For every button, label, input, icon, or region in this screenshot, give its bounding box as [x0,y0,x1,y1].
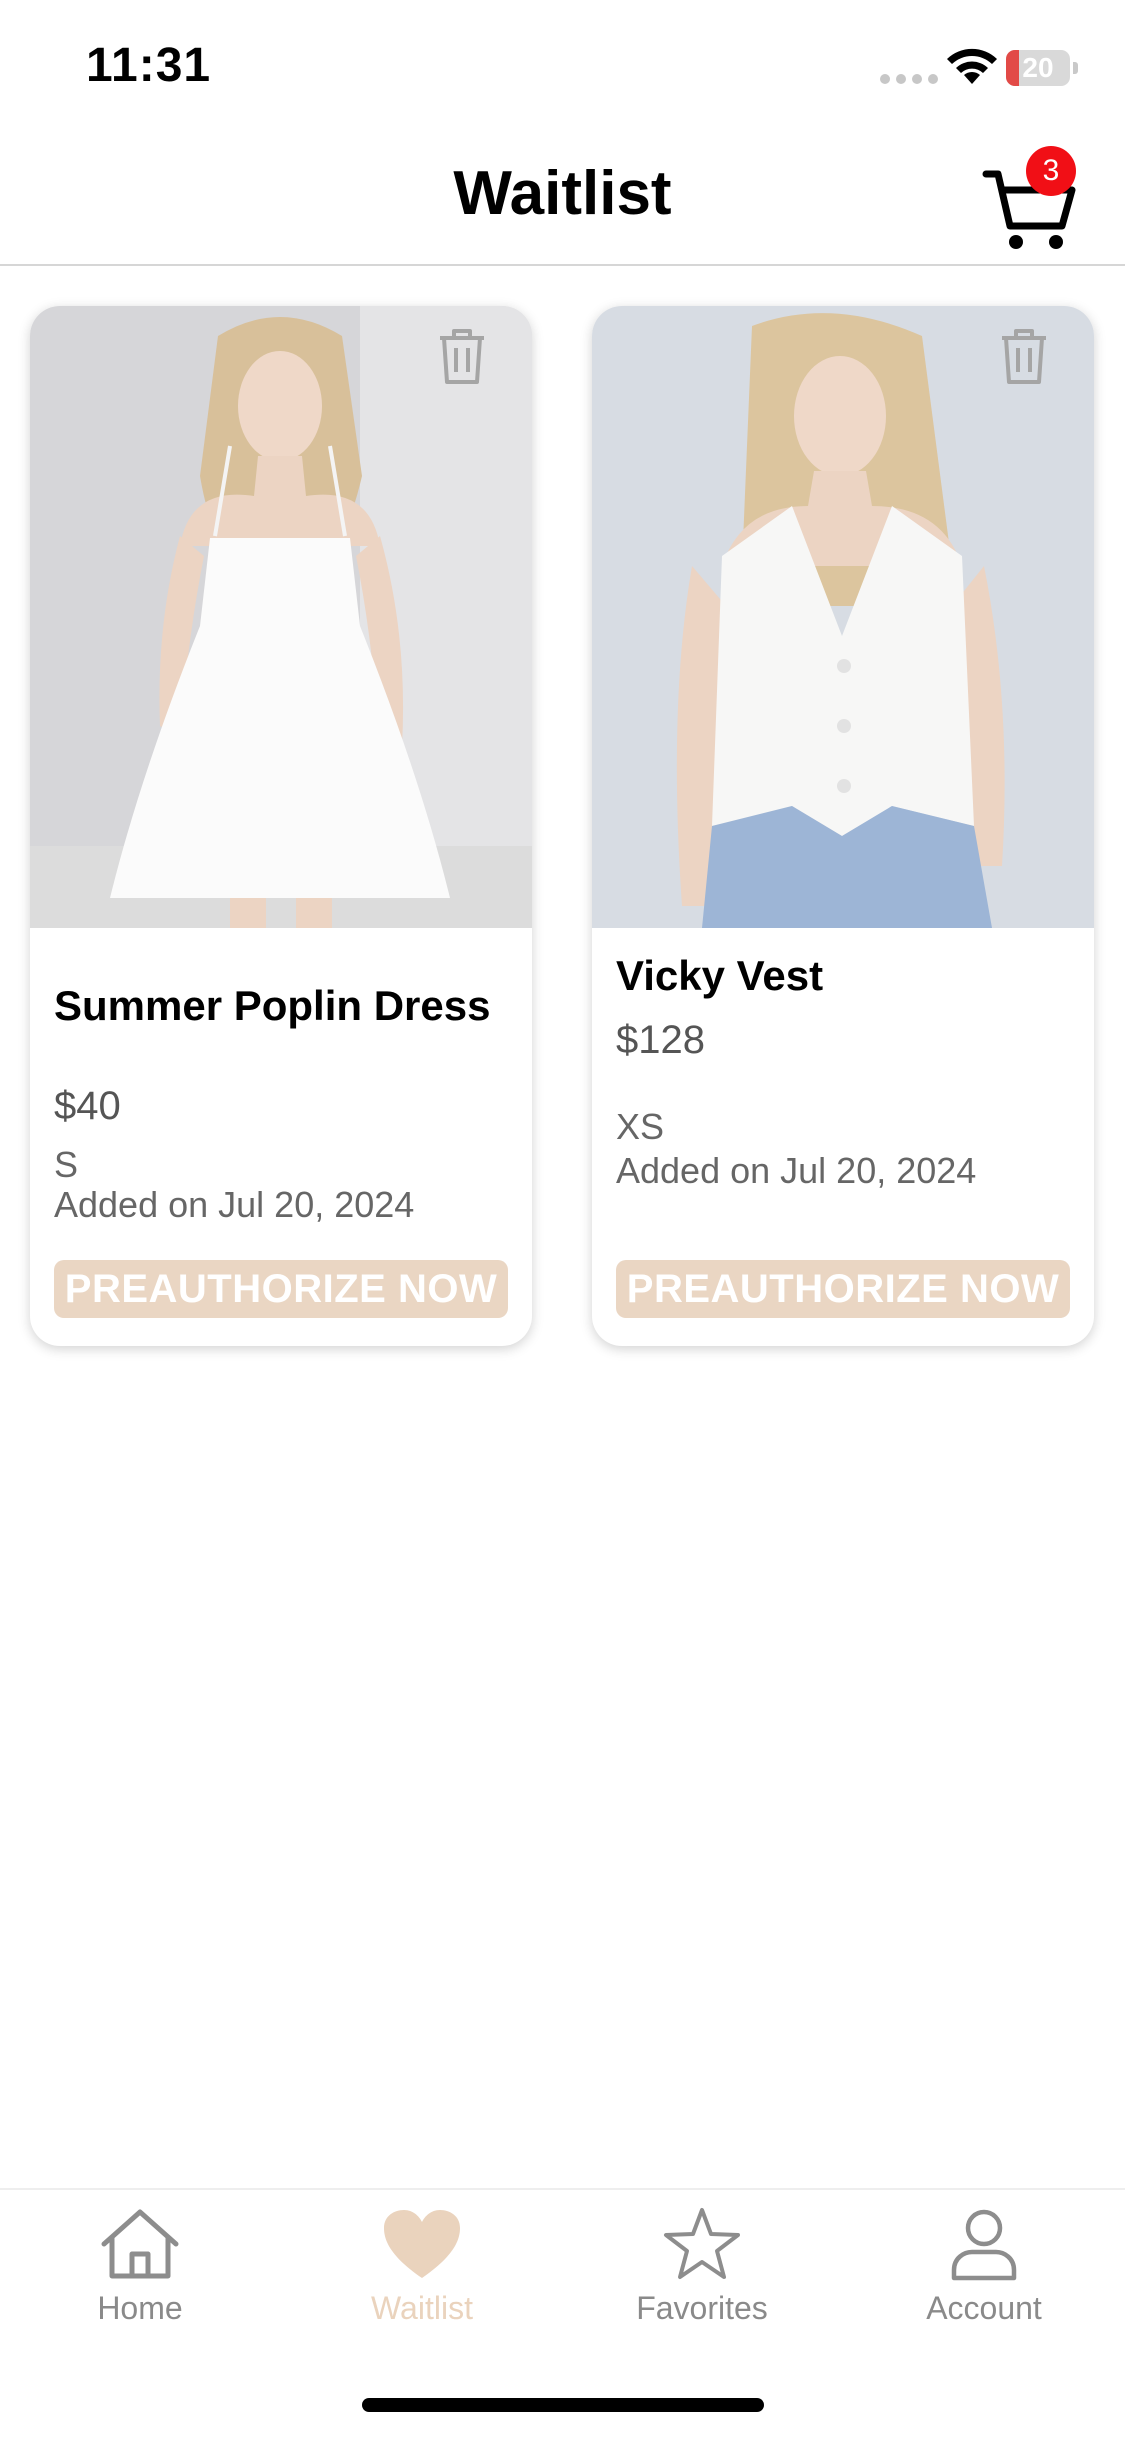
waitlist-item-card[interactable]: Vicky Vest $128 XS Added on Jul 20, 2024… [592,306,1094,1346]
status-bar: 11:31 20 [0,0,1125,130]
product-name[interactable]: Summer Poplin Dress [54,982,490,1030]
tab-label: Waitlist [371,2290,473,2326]
battery-icon: 20 [1006,50,1078,86]
tab-favorites[interactable]: Favorites [602,2206,802,2346]
tab-home[interactable]: Home [40,2206,240,2346]
battery-level-text: 20 [1022,52,1054,83]
tab-label: Home [97,2290,183,2326]
home-icon [101,2209,179,2279]
waitlist-item-card[interactable]: Summer Poplin Dress $40 S Added on Jul 2… [30,306,532,1346]
product-image-summer-poplin-dress[interactable] [30,306,532,928]
cart-count-badge: 3 [1026,146,1076,196]
product-price: $128 [616,1018,705,1062]
product-size: S [54,1144,79,1185]
cellular-signal-icon [880,74,938,84]
star-icon [664,2208,740,2279]
home-indicator [362,2398,764,2412]
preauthorize-now-button[interactable]: PREAUTHORIZE NOW [54,1260,508,1318]
trash-icon[interactable] [434,326,490,386]
added-date: Added on Jul 20, 2024 [54,1184,415,1225]
person-icon [951,2209,1017,2281]
tab-label: Account [926,2290,1042,2326]
status-time: 11:31 [86,39,212,92]
tab-waitlist[interactable]: Waitlist [322,2206,522,2346]
product-image-vicky-vest[interactable] [592,306,1094,928]
page-title: Waitlist [453,159,672,228]
heart-icon [384,2210,460,2278]
cart-button[interactable]: 3 [982,146,1092,250]
product-size: XS [616,1106,665,1147]
tab-account[interactable]: Account [884,2206,1084,2346]
wifi-icon [947,48,997,84]
header: Waitlist 3 [0,140,1125,266]
product-price: $40 [54,1084,121,1128]
added-date: Added on Jul 20, 2024 [616,1150,977,1191]
tab-label: Favorites [636,2290,768,2326]
preauthorize-now-button[interactable]: PREAUTHORIZE NOW [616,1260,1070,1318]
trash-icon[interactable] [996,326,1052,386]
product-name[interactable]: Vicky Vest [616,952,823,1000]
